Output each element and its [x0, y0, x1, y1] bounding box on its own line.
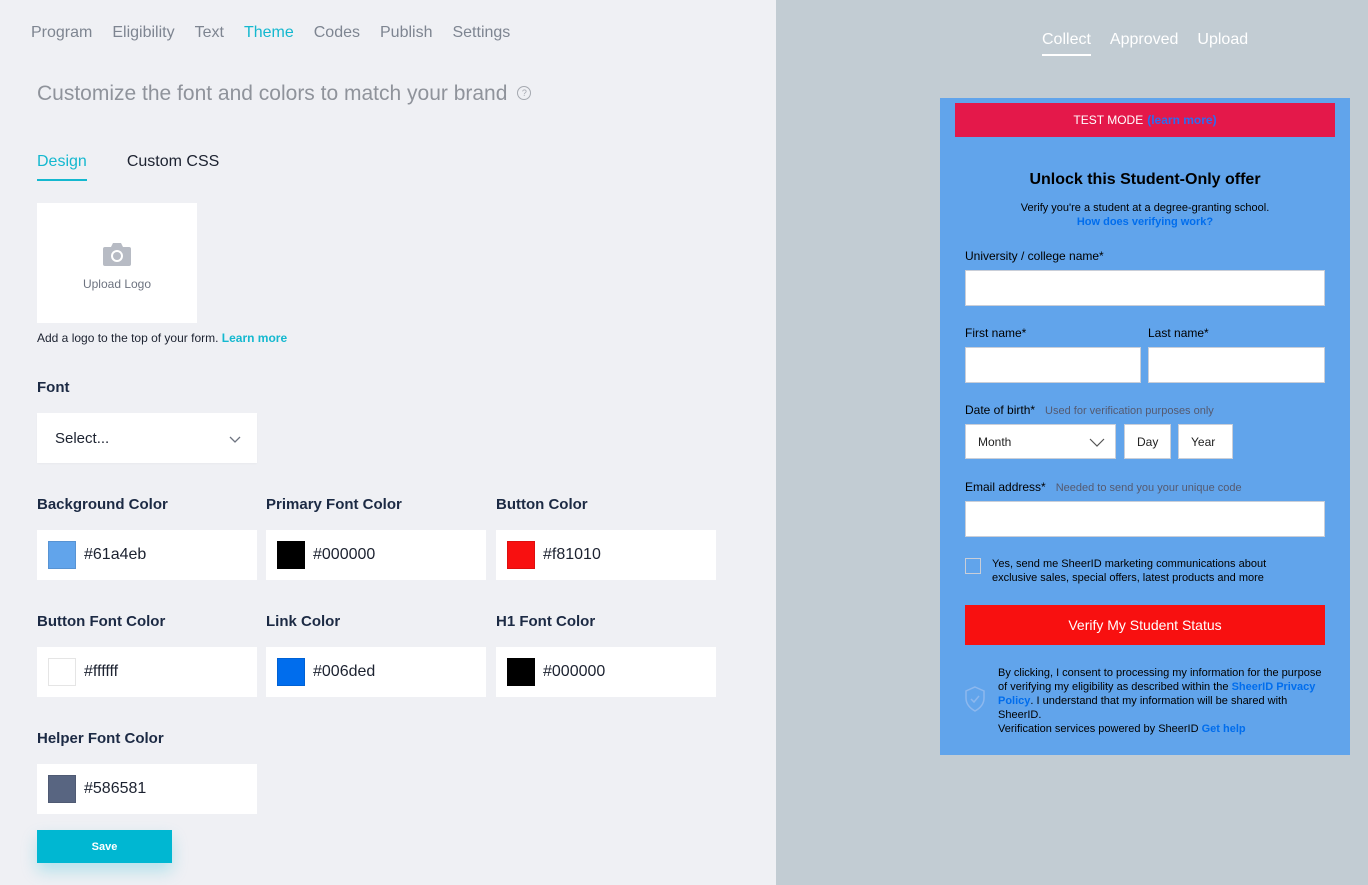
link-color-value: #006ded	[313, 663, 376, 680]
font-label: Font	[37, 379, 70, 396]
learn-more-link[interactable]: Learn more	[222, 331, 287, 345]
nav-program[interactable]: Program	[31, 23, 92, 43]
chevron-down-icon	[1089, 438, 1105, 447]
button-font-color-swatch[interactable]	[48, 658, 76, 686]
background-color-value: #61a4eb	[84, 546, 147, 563]
month-placeholder: Month	[978, 434, 1012, 449]
tab-design[interactable]: Design	[37, 153, 87, 181]
tab-custom-css[interactable]: Custom CSS	[127, 153, 219, 181]
camera-icon	[103, 243, 131, 266]
chevron-down-icon	[229, 436, 241, 443]
test-mode-label: TEST MODE	[1073, 113, 1144, 127]
primary-font-color-field[interactable]: #000000	[266, 530, 486, 580]
preview-tabs: Collect Approved Upload	[1042, 31, 1267, 56]
link-color-label: Link Color	[266, 613, 341, 630]
button-color-value: #f81010	[543, 546, 601, 563]
tab-collect[interactable]: Collect	[1042, 31, 1091, 56]
logo-help-label: Add a logo to the top of your form.	[37, 331, 219, 345]
university-label: University / college name*	[965, 249, 1104, 263]
nav-codes[interactable]: Codes	[314, 23, 360, 43]
logo-help-text: Add a logo to the top of your form. Lear…	[37, 331, 287, 345]
last-name-input[interactable]	[1148, 347, 1325, 383]
consent-text: By clicking, I consent to processing my …	[998, 666, 1328, 736]
top-nav: Program Eligibility Text Theme Codes Pub…	[31, 23, 530, 43]
button-color-label: Button Color	[496, 496, 588, 513]
tab-approved[interactable]: Approved	[1110, 31, 1179, 56]
day-input[interactable]: Day	[1124, 424, 1171, 459]
upload-logo-label: Upload Logo	[82, 277, 152, 291]
settings-panel: Program Eligibility Text Theme Codes Pub…	[0, 0, 776, 885]
nav-publish[interactable]: Publish	[380, 23, 432, 43]
background-color-label: Background Color	[37, 496, 168, 513]
marketing-checkbox[interactable]	[965, 558, 981, 574]
marketing-text: Yes, send me SheerID marketing communica…	[992, 558, 1267, 584]
helper-font-color-field[interactable]: #586581	[37, 764, 257, 814]
button-font-color-field[interactable]: #ffffff	[37, 647, 257, 697]
helper-font-color-value: #586581	[84, 780, 147, 797]
dob-hint: Used for verification purposes only	[1045, 405, 1214, 417]
upload-logo-button[interactable]: Upload Logo	[37, 203, 197, 323]
email-input[interactable]	[965, 501, 1325, 537]
background-color-field[interactable]: #61a4eb	[37, 530, 257, 580]
dob-label: Date of birth*	[965, 403, 1036, 417]
button-font-color-label: Button Font Color	[37, 613, 166, 630]
year-placeholder: Year	[1191, 434, 1216, 449]
email-label: Email address*	[965, 480, 1046, 494]
save-button[interactable]: Save	[37, 830, 172, 863]
primary-font-color-label: Primary Font Color	[266, 496, 402, 513]
button-font-color-value: #ffffff	[84, 663, 119, 680]
email-hint: Needed to send you your unique code	[1055, 482, 1242, 494]
h1-font-color-field[interactable]: #000000	[496, 647, 716, 697]
shield-icon	[965, 686, 985, 712]
nav-text[interactable]: Text	[195, 23, 224, 43]
font-select-value: Select...	[55, 429, 110, 447]
helper-font-color-swatch[interactable]	[48, 775, 76, 803]
form-subtitle: Verify you're a student at a degree-gran…	[1020, 202, 1270, 214]
help-icon[interactable]: ?	[517, 86, 532, 100]
button-color-swatch[interactable]	[507, 541, 535, 569]
get-help-link[interactable]: Get help	[1202, 723, 1246, 735]
form-title: Unlock this Student-Only offer	[1029, 171, 1261, 188]
link-color-field[interactable]: #006ded	[266, 647, 486, 697]
nav-eligibility[interactable]: Eligibility	[112, 23, 174, 43]
h1-font-color-label: H1 Font Color	[496, 613, 596, 630]
background-color-swatch[interactable]	[48, 541, 76, 569]
test-mode-banner: TEST MODE (learn more)	[955, 103, 1335, 137]
helper-font-color-label: Helper Font Color	[37, 730, 164, 747]
font-select[interactable]: Select...	[37, 413, 257, 463]
page-title-text: Customize the font and colors to match y…	[37, 82, 508, 105]
page-title: Customize the font and colors to match y…	[37, 82, 532, 106]
how-verifying-link[interactable]: How does verifying work?	[940, 216, 1350, 228]
primary-font-color-value: #000000	[313, 546, 376, 563]
h1-font-color-swatch[interactable]	[507, 658, 535, 686]
month-select[interactable]: Month	[965, 424, 1116, 459]
primary-font-color-swatch[interactable]	[277, 541, 305, 569]
day-placeholder: Day	[1137, 434, 1159, 449]
link-color-swatch[interactable]	[277, 658, 305, 686]
year-input[interactable]: Year	[1178, 424, 1233, 459]
nav-settings[interactable]: Settings	[452, 23, 510, 43]
nav-theme[interactable]: Theme	[244, 23, 294, 43]
dob-label-row: Date of birth* Used for verification purp…	[965, 403, 1214, 417]
university-input[interactable]	[965, 270, 1325, 306]
first-name-input[interactable]	[965, 347, 1141, 383]
consent-part-2: . I understand that my information will …	[998, 695, 1288, 721]
last-name-label: Last name*	[1148, 326, 1209, 340]
button-color-field[interactable]: #f81010	[496, 530, 716, 580]
powered-text: Verification services powered by SheerID	[998, 723, 1199, 735]
email-label-row: Email address* Needed to send you your un…	[965, 480, 1242, 494]
test-mode-learn-link[interactable]: (learn more)	[1147, 113, 1216, 127]
h1-font-color-value: #000000	[543, 663, 606, 680]
tab-upload[interactable]: Upload	[1197, 31, 1248, 56]
verify-button[interactable]: Verify My Student Status	[965, 605, 1325, 645]
first-name-label: First name*	[965, 326, 1027, 340]
form-preview: TEST MODE (learn more) Unlock this Stude…	[940, 98, 1350, 755]
subtabs: Design Custom CSS	[37, 153, 259, 181]
